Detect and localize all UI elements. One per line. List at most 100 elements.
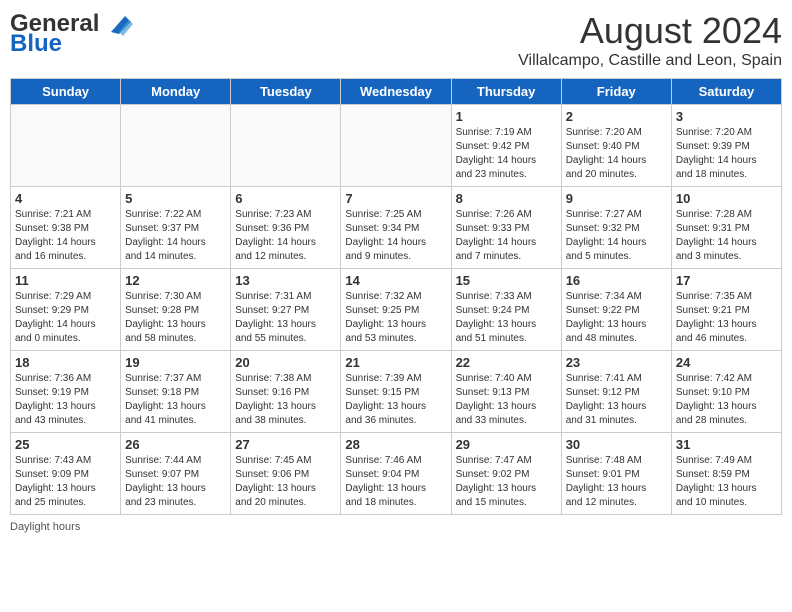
- logo-icon: [101, 12, 133, 36]
- day-number: 22: [456, 355, 557, 370]
- column-header-saturday: Saturday: [671, 79, 781, 105]
- day-cell: 18 Sunrise: 7:36 AM Sunset: 9:19 PM Dayli…: [11, 351, 121, 433]
- day-cell: 23 Sunrise: 7:41 AM Sunset: 9:12 PM Dayli…: [561, 351, 671, 433]
- day-cell: 4 Sunrise: 7:21 AM Sunset: 9:38 PM Daylig…: [11, 187, 121, 269]
- day-cell: 29Sunrise: 7:47 AM Sunset: 9:02 PM Dayli…: [451, 433, 561, 515]
- day-number: 19: [125, 355, 226, 370]
- day-number: 4: [15, 191, 116, 206]
- day-info: Sunrise: 7:21 AM Sunset: 9:38 PM Dayligh…: [15, 208, 116, 264]
- day-info: Sunrise: 7:40 AM Sunset: 9:13 PM Dayligh…: [456, 372, 557, 428]
- day-cell: [231, 105, 341, 187]
- day-number: 7: [345, 191, 446, 206]
- column-header-wednesday: Wednesday: [341, 79, 451, 105]
- day-cell: 24 Sunrise: 7:42 AM Sunset: 9:10 PM Dayli…: [671, 351, 781, 433]
- day-number: 16: [566, 273, 667, 288]
- day-info: Sunrise: 7:29 AM Sunset: 9:29 PM Dayligh…: [15, 290, 116, 346]
- day-info: Sunrise: 7:19 AM Sunset: 9:42 PM Dayligh…: [456, 126, 557, 182]
- day-info: Sunrise: 7:38 AM Sunset: 9:16 PM Dayligh…: [235, 372, 336, 428]
- day-cell: [341, 105, 451, 187]
- day-cell: 31 Sunrise: 7:49 AM Sunset: 8:59 PM Dayli…: [671, 433, 781, 515]
- subtitle: Villalcampo, Castille and Leon, Spain: [518, 52, 782, 70]
- day-cell: 1 Sunrise: 7:19 AM Sunset: 9:42 PM Daylig…: [451, 105, 561, 187]
- day-number: 30: [566, 437, 667, 452]
- title-area: August 2024 Villalcampo, Castille and Le…: [518, 10, 782, 70]
- day-number: 1: [456, 109, 557, 124]
- day-info: Sunrise: 7:25 AM Sunset: 9:34 PM Dayligh…: [345, 208, 446, 264]
- day-cell: 7 Sunrise: 7:25 AM Sunset: 9:34 PM Daylig…: [341, 187, 451, 269]
- day-number: 12: [125, 273, 226, 288]
- day-info: Sunrise: 7:36 AM Sunset: 9:19 PM Dayligh…: [15, 372, 116, 428]
- week-row-2: 4 Sunrise: 7:21 AM Sunset: 9:38 PM Daylig…: [11, 187, 782, 269]
- day-cell: 19 Sunrise: 7:37 AM Sunset: 9:18 PM Dayli…: [121, 351, 231, 433]
- day-info: Sunrise: 7:20 AM Sunset: 9:40 PM Dayligh…: [566, 126, 667, 182]
- day-number: 28: [345, 437, 446, 452]
- day-number: 21: [345, 355, 446, 370]
- day-number: 10: [676, 191, 777, 206]
- day-number: 27: [235, 437, 336, 452]
- day-info: Sunrise: 7:23 AM Sunset: 9:36 PM Dayligh…: [235, 208, 336, 264]
- column-header-tuesday: Tuesday: [231, 79, 341, 105]
- day-number: 25: [15, 437, 116, 452]
- day-info: Sunrise: 7:46 AM Sunset: 9:04 PM Dayligh…: [345, 454, 446, 510]
- day-info: Sunrise: 7:44 AM Sunset: 9:07 PM Dayligh…: [125, 454, 226, 510]
- day-info: Sunrise: 7:43 AM Sunset: 9:09 PM Dayligh…: [15, 454, 116, 510]
- day-cell: 5Sunrise: 7:22 AM Sunset: 9:37 PM Daylig…: [121, 187, 231, 269]
- day-cell: 30 Sunrise: 7:48 AM Sunset: 9:01 PM Dayli…: [561, 433, 671, 515]
- footer-note: Daylight hours: [10, 521, 782, 533]
- day-number: 26: [125, 437, 226, 452]
- day-info: Sunrise: 7:33 AM Sunset: 9:24 PM Dayligh…: [456, 290, 557, 346]
- day-info: Sunrise: 7:39 AM Sunset: 9:15 PM Dayligh…: [345, 372, 446, 428]
- day-number: 31: [676, 437, 777, 452]
- day-info: Sunrise: 7:37 AM Sunset: 9:18 PM Dayligh…: [125, 372, 226, 428]
- day-cell: [11, 105, 121, 187]
- day-number: 5: [125, 191, 226, 206]
- day-cell: 13Sunrise: 7:31 AM Sunset: 9:27 PM Dayli…: [231, 269, 341, 351]
- day-cell: 2 Sunrise: 7:20 AM Sunset: 9:40 PM Daylig…: [561, 105, 671, 187]
- day-cell: 22 Sunrise: 7:40 AM Sunset: 9:13 PM Dayli…: [451, 351, 561, 433]
- day-cell: 14Sunrise: 7:32 AM Sunset: 9:25 PM Dayli…: [341, 269, 451, 351]
- day-info: Sunrise: 7:34 AM Sunset: 9:22 PM Dayligh…: [566, 290, 667, 346]
- day-cell: 9Sunrise: 7:27 AM Sunset: 9:32 PM Daylig…: [561, 187, 671, 269]
- day-cell: 8Sunrise: 7:26 AM Sunset: 9:33 PM Daylig…: [451, 187, 561, 269]
- day-info: Sunrise: 7:41 AM Sunset: 9:12 PM Dayligh…: [566, 372, 667, 428]
- day-info: Sunrise: 7:28 AM Sunset: 9:31 PM Dayligh…: [676, 208, 777, 264]
- day-cell: 10 Sunrise: 7:28 AM Sunset: 9:31 PM Dayli…: [671, 187, 781, 269]
- day-number: 24: [676, 355, 777, 370]
- day-info: Sunrise: 7:27 AM Sunset: 9:32 PM Dayligh…: [566, 208, 667, 264]
- header: General Blue August 2024 Villalcampo, Ca…: [10, 10, 782, 70]
- day-cell: 20 Sunrise: 7:38 AM Sunset: 9:16 PM Dayli…: [231, 351, 341, 433]
- day-number: 2: [566, 109, 667, 124]
- day-number: 14: [345, 273, 446, 288]
- day-number: 6: [235, 191, 336, 206]
- day-cell: 3Sunrise: 7:20 AM Sunset: 9:39 PM Daylig…: [671, 105, 781, 187]
- day-number: 8: [456, 191, 557, 206]
- day-cell: 27Sunrise: 7:45 AM Sunset: 9:06 PM Dayli…: [231, 433, 341, 515]
- column-header-friday: Friday: [561, 79, 671, 105]
- day-info: Sunrise: 7:48 AM Sunset: 9:01 PM Dayligh…: [566, 454, 667, 510]
- day-info: Sunrise: 7:42 AM Sunset: 9:10 PM Dayligh…: [676, 372, 777, 428]
- week-row-1: 1 Sunrise: 7:19 AM Sunset: 9:42 PM Daylig…: [11, 105, 782, 187]
- week-row-4: 18 Sunrise: 7:36 AM Sunset: 9:19 PM Dayli…: [11, 351, 782, 433]
- calendar-header-row: SundayMondayTuesdayWednesdayThursdayFrid…: [11, 79, 782, 105]
- logo: General Blue: [10, 10, 133, 58]
- week-row-5: 25 Sunrise: 7:43 AM Sunset: 9:09 PM Dayli…: [11, 433, 782, 515]
- day-cell: 16 Sunrise: 7:34 AM Sunset: 9:22 PM Dayli…: [561, 269, 671, 351]
- day-number: 18: [15, 355, 116, 370]
- day-info: Sunrise: 7:20 AM Sunset: 9:39 PM Dayligh…: [676, 126, 777, 182]
- day-cell: 26 Sunrise: 7:44 AM Sunset: 9:07 PM Dayli…: [121, 433, 231, 515]
- day-info: Sunrise: 7:49 AM Sunset: 8:59 PM Dayligh…: [676, 454, 777, 510]
- day-info: Sunrise: 7:47 AM Sunset: 9:02 PM Dayligh…: [456, 454, 557, 510]
- calendar: SundayMondayTuesdayWednesdayThursdayFrid…: [10, 78, 782, 515]
- day-cell: 15Sunrise: 7:33 AM Sunset: 9:24 PM Dayli…: [451, 269, 561, 351]
- day-number: 20: [235, 355, 336, 370]
- main-title: August 2024: [518, 10, 782, 52]
- day-cell: 6 Sunrise: 7:23 AM Sunset: 9:36 PM Daylig…: [231, 187, 341, 269]
- column-header-monday: Monday: [121, 79, 231, 105]
- day-cell: 28 Sunrise: 7:46 AM Sunset: 9:04 PM Dayli…: [341, 433, 451, 515]
- day-number: 23: [566, 355, 667, 370]
- day-number: 11: [15, 273, 116, 288]
- day-cell: 12Sunrise: 7:30 AM Sunset: 9:28 PM Dayli…: [121, 269, 231, 351]
- column-header-thursday: Thursday: [451, 79, 561, 105]
- day-info: Sunrise: 7:35 AM Sunset: 9:21 PM Dayligh…: [676, 290, 777, 346]
- day-cell: 25 Sunrise: 7:43 AM Sunset: 9:09 PM Dayli…: [11, 433, 121, 515]
